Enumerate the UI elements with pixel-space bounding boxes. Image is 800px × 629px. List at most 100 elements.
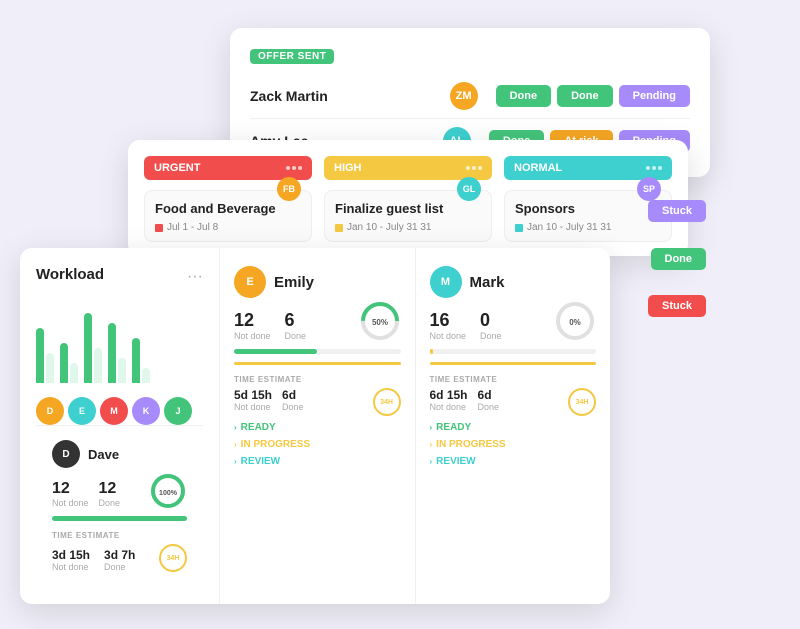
bar-green-1 [36,328,44,383]
emily-ready-label: READY [241,422,276,433]
done-button-mid[interactable]: Done [651,248,707,270]
mark-notdone-num: 16 [430,310,467,331]
dave-done-time-sub: Done [104,562,135,572]
bar-group-1 [36,328,54,383]
wl-avatar-1: D [36,397,64,425]
offer-row-zack: Zack Martin ZM Done Done Pending [250,74,690,119]
emily-stat-notdone: 12 Not done [234,310,271,341]
mark-yellow-bar [430,362,597,365]
emily-progress-fill [234,349,317,354]
dave-name: Dave [88,447,119,462]
kanban-card-normal: SP Sponsors Jan 10 - July 31 31 [504,190,672,242]
emily-acc-ready[interactable]: › READY [234,422,401,433]
dave-time-row: 3d 15h Not done 3d 7h Done 34H [52,544,187,572]
mark-acc-ready[interactable]: › READY [430,422,597,433]
workload-title: Workload [36,266,104,283]
dot8 [652,166,656,170]
emily-inprogress-label: IN PROGRESS [241,439,310,450]
emily-done-num: 6 [285,310,307,331]
bar-green-3 [84,313,92,383]
card-date-normal: Jan 10 - July 31 31 [515,222,661,233]
mark-done-time-val: 6d [478,388,500,402]
mark-inprogress-label: IN PROGRESS [436,439,505,450]
chevron-inprogress: › [234,440,237,449]
chevron-ready: › [234,423,237,432]
svg-text:0%: 0% [569,318,581,327]
chevron-review: › [234,457,237,466]
emily-acc-review[interactable]: › REVIEW [234,456,401,467]
kanban-dots-urgent[interactable] [286,166,302,170]
emily-review-label: REVIEW [241,456,280,467]
mark-done-label: Done [480,331,502,341]
bar-green-4 [108,323,116,383]
bar-light-3 [94,348,102,383]
mark-acc-review[interactable]: › REVIEW [430,456,597,467]
dave-time-section: TIME ESTIMATE 3d 15h Not done 3d 7h Done… [52,531,187,572]
mark-name: Mark [470,274,505,291]
kanban-col-normal: NORMAL SP Sponsors Jan 10 - July 31 31 [504,156,672,242]
card-avatar-normal: SP [637,177,661,201]
mark-done-num: 0 [480,310,502,331]
dot2 [292,166,296,170]
status-pending-1[interactable]: Pending [619,85,690,107]
wl-avatar-5: J [164,397,192,425]
card-date-high: Jan 10 - July 31 31 [335,222,481,233]
workload-more-button[interactable]: ··· [187,268,203,286]
emily-donut: 50% [359,300,401,347]
kanban-dots-high[interactable] [466,166,482,170]
mark-stat-done: 0 Done [480,310,502,341]
dot9 [658,166,662,170]
dave-notdone-label: Not done [52,498,89,508]
status-done-2[interactable]: Done [557,85,613,107]
kanban-columns: URGENT FB Food and Beverage Jul 1 - Jul … [144,156,672,242]
emily-notdone-label: Not done [234,331,271,341]
emily-header: E Emily [234,266,401,298]
emily-done-time-val: 6d [282,388,304,402]
kanban-col-high: HIGH GL Finalize guest list Jan 10 - Jul… [324,156,492,242]
kanban-dots-normal[interactable] [646,166,662,170]
emily-time-row: 5d 15h Not done 6d Done 34H [234,388,401,416]
bar-light-1 [46,353,54,383]
bar-light-4 [118,358,126,383]
card-title-normal: Sponsors [515,201,661,216]
card-avatar-high: GL [457,177,481,201]
mark-notdone-time-sub: Not done [430,402,468,412]
dave-time-label: TIME ESTIMATE [52,531,187,540]
dave-notdone-time-sub: Not done [52,562,90,572]
dave-header: D Dave [52,440,187,468]
svg-text:50%: 50% [371,318,387,327]
status-done-1[interactable]: Done [496,85,552,107]
bar-green-5 [132,338,140,383]
emily-acc-inprogress[interactable]: › IN PROGRESS [234,439,401,450]
emily-name: Emily [274,274,314,291]
mark-donut-svg: 0% [554,300,596,342]
stuck-button-top[interactable]: Stuck [648,200,706,222]
emily-notdone-time-sub: Not done [234,402,272,412]
dave-progress-fill [52,516,187,521]
mark-stats-row: 16 Not done 0 Done 0% [430,310,597,341]
dave-time-badge-wrap: 34H [159,544,187,572]
emily-done-time-sub: Done [282,402,304,412]
dot6 [478,166,482,170]
emily-progress-bar [234,349,401,354]
stuck-button-bot[interactable]: Stuck [648,295,706,317]
svg-text:100%: 100% [159,490,178,497]
mark-time-label: TIME ESTIMATE [430,375,597,384]
mark-done-time-sub: Done [478,402,500,412]
person-card-mark: M Mark 16 Not done 0 Done 0% [416,248,611,604]
workload-panel: Workload ··· [20,248,610,604]
bar-green-2 [60,343,68,383]
card-title-high: Finalize guest list [335,201,481,216]
dave-done-label: Done [99,498,121,508]
mark-badge-wrap: 34H [568,388,596,416]
emily-notdone-num: 12 [234,310,271,331]
emily-notdone-time: 5d 15h Not done [234,388,272,416]
offer-sent-badge: OFFER SENT [250,49,334,64]
dave-stat-done: 12 Done [99,480,121,508]
emily-done-time: 6d Done [282,388,304,416]
chevron-mark-review: › [430,457,433,466]
flag-normal [515,224,523,232]
mark-avatar: M [430,266,462,298]
mark-acc-inprogress[interactable]: › IN PROGRESS [430,439,597,450]
person-cards: E Emily 12 Not done 6 Done 50% [220,248,610,604]
